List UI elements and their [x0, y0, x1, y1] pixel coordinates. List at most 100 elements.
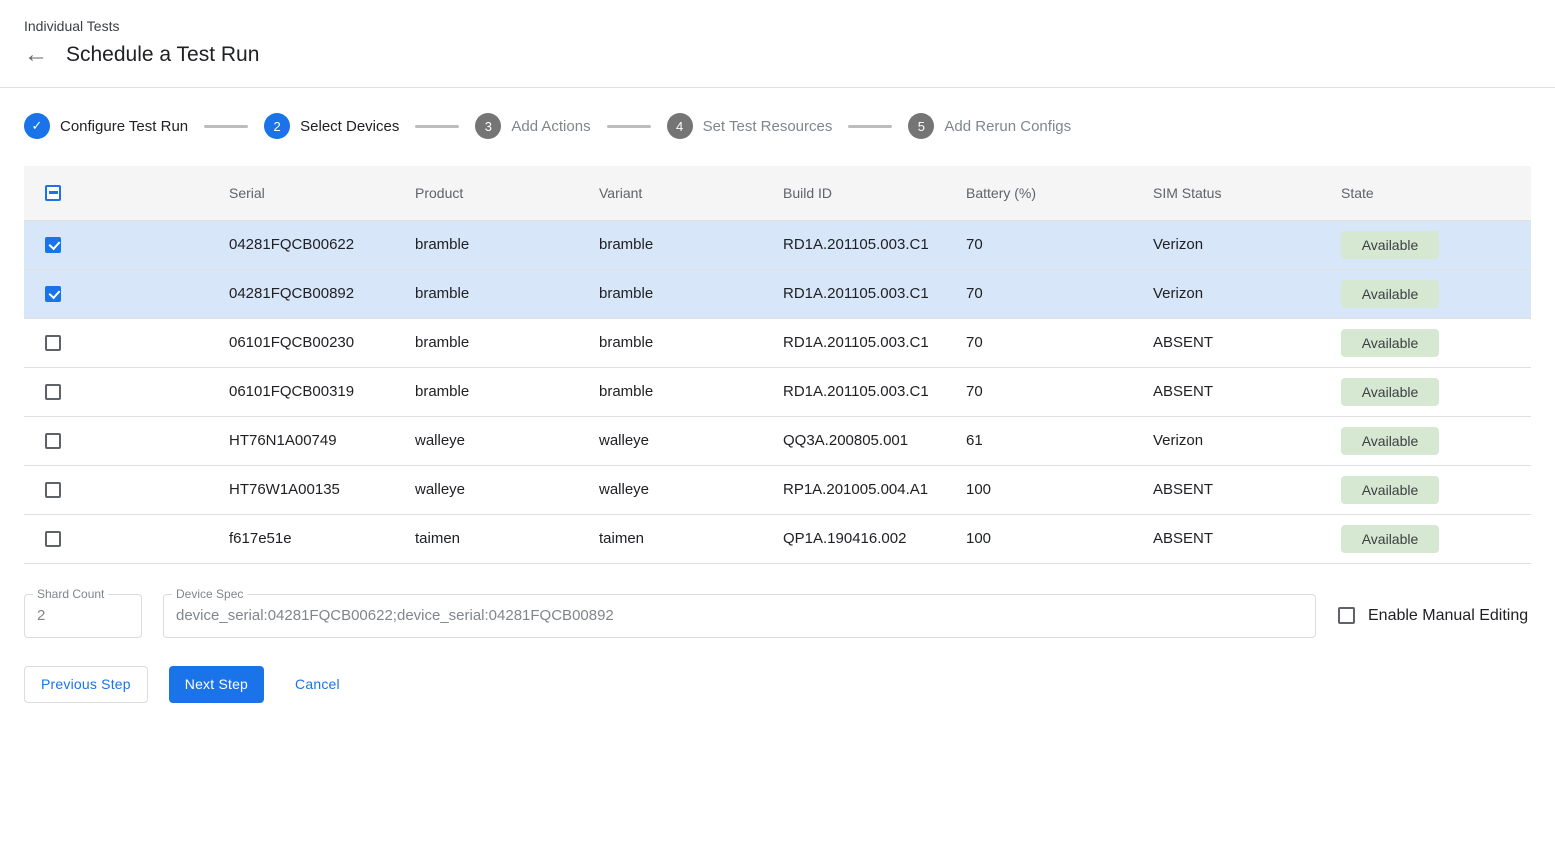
cell-sim-status: Verizon: [1129, 220, 1317, 269]
page-header: Individual Tests ← Schedule a Test Run: [0, 0, 1555, 87]
stepper-step-add-rerun-configs[interactable]: 5 Add Rerun Configs: [908, 113, 1071, 139]
next-step-button[interactable]: Next Step: [169, 666, 264, 703]
cell-serial: HT76W1A00135: [205, 465, 391, 514]
state-badge: Available: [1341, 378, 1439, 406]
cell-sim-status: ABSENT: [1129, 367, 1317, 416]
shard-count-input[interactable]: [25, 595, 141, 637]
cell-state: Available: [1317, 465, 1531, 514]
stepper: ✓ Configure Test Run 2 Select Devices 3 …: [0, 112, 1555, 140]
column-header-state: State: [1317, 166, 1531, 220]
device-spec-field: Device Spec: [163, 594, 1316, 638]
cell-build-id: RD1A.201105.003.C1: [759, 220, 942, 269]
column-header-battery: Battery (%): [942, 166, 1129, 220]
cell-variant: bramble: [575, 367, 759, 416]
cell-product: bramble: [391, 220, 575, 269]
enable-manual-editing-label: Enable Manual Editing: [1368, 607, 1528, 625]
cell-product: walleye: [391, 416, 575, 465]
row-checkbox-cell: [24, 465, 205, 514]
cell-product: taimen: [391, 514, 575, 563]
device-row[interactable]: HT76W1A00135walleyewalleyeRP1A.201005.00…: [24, 465, 1531, 514]
header-divider: [0, 87, 1555, 88]
cell-state: Available: [1317, 318, 1531, 367]
cell-serial: 04281FQCB00892: [205, 269, 391, 318]
cell-build-id: RD1A.201105.003.C1: [759, 318, 942, 367]
column-header-build-id: Build ID: [759, 166, 942, 220]
back-arrow-icon[interactable]: ←: [24, 43, 48, 67]
row-checkbox-cell: [24, 318, 205, 367]
cell-variant: walleye: [575, 465, 759, 514]
cell-build-id: RD1A.201105.003.C1: [759, 269, 942, 318]
cell-battery: 70: [942, 220, 1129, 269]
cell-variant: bramble: [575, 220, 759, 269]
check-icon: ✓: [24, 113, 50, 139]
cell-state: Available: [1317, 416, 1531, 465]
state-badge: Available: [1341, 280, 1439, 308]
state-badge: Available: [1341, 231, 1439, 259]
column-header-product: Product: [391, 166, 575, 220]
stepper-step-configure-test-run[interactable]: ✓ Configure Test Run: [24, 113, 188, 139]
row-checkbox[interactable]: [45, 531, 61, 547]
device-row[interactable]: 04281FQCB00892bramblebrambleRD1A.201105.…: [24, 269, 1531, 318]
row-checkbox[interactable]: [45, 482, 61, 498]
cell-state: Available: [1317, 220, 1531, 269]
device-row[interactable]: 06101FQCB00230bramblebrambleRD1A.201105.…: [24, 318, 1531, 367]
step-label: Configure Test Run: [60, 118, 188, 135]
cell-state: Available: [1317, 367, 1531, 416]
cell-variant: walleye: [575, 416, 759, 465]
cell-battery: 70: [942, 367, 1129, 416]
previous-step-button[interactable]: Previous Step: [24, 666, 148, 703]
state-badge: Available: [1341, 329, 1439, 357]
stepper-step-set-test-resources[interactable]: 4 Set Test Resources: [667, 113, 833, 139]
enable-manual-editing-control[interactable]: Enable Manual Editing: [1338, 607, 1528, 625]
device-table: Serial Product Variant Build ID Battery …: [24, 166, 1531, 564]
device-spec-input[interactable]: [164, 595, 1315, 637]
step-label: Add Actions: [511, 118, 590, 135]
step-label: Add Rerun Configs: [944, 118, 1071, 135]
cell-battery: 70: [942, 269, 1129, 318]
cell-sim-status: ABSENT: [1129, 514, 1317, 563]
cell-sim-status: ABSENT: [1129, 318, 1317, 367]
row-checkbox[interactable]: [45, 433, 61, 449]
row-checkbox[interactable]: [45, 237, 61, 253]
cell-variant: bramble: [575, 318, 759, 367]
cell-serial: 04281FQCB00622: [205, 220, 391, 269]
cell-product: walleye: [391, 465, 575, 514]
device-row[interactable]: f617e51etaimentaimenQP1A.190416.002100AB…: [24, 514, 1531, 563]
breadcrumb[interactable]: Individual Tests: [24, 18, 1531, 34]
device-row[interactable]: 04281FQCB00622bramblebrambleRD1A.201105.…: [24, 220, 1531, 269]
select-all-checkbox[interactable]: [45, 185, 61, 201]
cell-sim-status: Verizon: [1129, 269, 1317, 318]
row-checkbox-cell: [24, 514, 205, 563]
column-header-sim-status: SIM Status: [1129, 166, 1317, 220]
cell-product: bramble: [391, 318, 575, 367]
row-checkbox[interactable]: [45, 286, 61, 302]
device-row[interactable]: 06101FQCB00319bramblebrambleRD1A.201105.…: [24, 367, 1531, 416]
cell-variant: bramble: [575, 269, 759, 318]
step-number-circle: 5: [908, 113, 934, 139]
device-table-container: Serial Product Variant Build ID Battery …: [24, 166, 1531, 564]
step-check-glyph: ✓: [32, 118, 43, 134]
device-row[interactable]: HT76N1A00749walleyewalleyeQQ3A.200805.00…: [24, 416, 1531, 465]
step-number-circle: 2: [264, 113, 290, 139]
row-checkbox-cell: [24, 416, 205, 465]
stepper-step-select-devices[interactable]: 2 Select Devices: [264, 113, 399, 139]
row-checkbox-cell: [24, 269, 205, 318]
cell-sim-status: ABSENT: [1129, 465, 1317, 514]
row-checkbox[interactable]: [45, 384, 61, 400]
step-number-circle: 4: [667, 113, 693, 139]
device-spec-label: Device Spec: [172, 587, 247, 601]
table-header-row: Serial Product Variant Build ID Battery …: [24, 166, 1531, 220]
step-number-circle: 3: [475, 113, 501, 139]
step-label: Set Test Resources: [703, 118, 833, 135]
cell-product: bramble: [391, 269, 575, 318]
row-checkbox[interactable]: [45, 335, 61, 351]
step-label: Select Devices: [300, 118, 399, 135]
enable-manual-editing-checkbox[interactable]: [1338, 607, 1355, 624]
row-checkbox-cell: [24, 367, 205, 416]
cancel-button[interactable]: Cancel: [285, 666, 350, 703]
footer-actions: Previous Step Next Step Cancel: [24, 666, 1531, 703]
state-badge: Available: [1341, 427, 1439, 455]
stepper-step-add-actions[interactable]: 3 Add Actions: [475, 113, 590, 139]
cell-serial: 06101FQCB00230: [205, 318, 391, 367]
cell-battery: 70: [942, 318, 1129, 367]
